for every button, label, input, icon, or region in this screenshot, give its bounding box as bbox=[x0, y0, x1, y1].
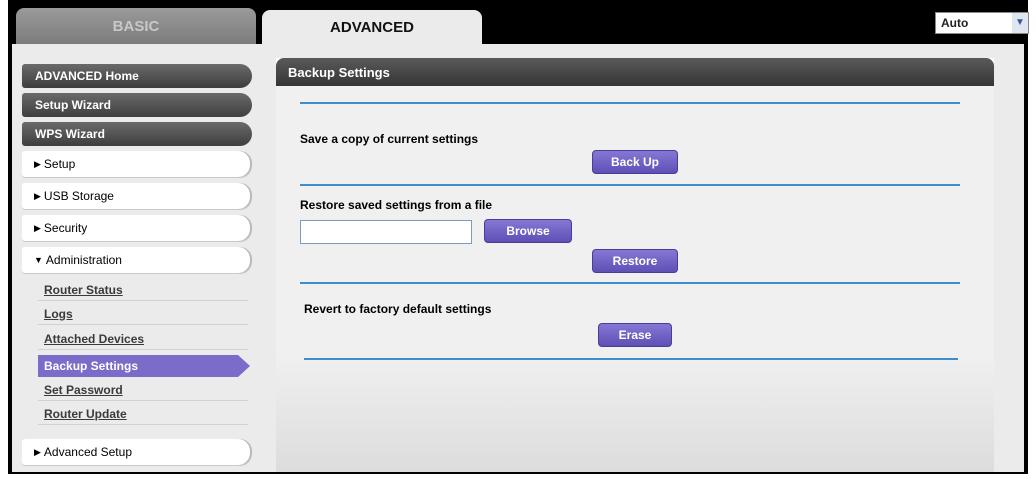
sidebar-security[interactable]: ▶ Security bbox=[22, 215, 252, 241]
panel-title: Backup Settings bbox=[276, 58, 994, 86]
sidebar-usb-storage[interactable]: ▶ USB Storage bbox=[22, 183, 252, 209]
backup-settings-panel: Backup Settings Save a copy of current s… bbox=[276, 58, 994, 472]
sidebar-item-set-password[interactable]: Set Password bbox=[38, 379, 248, 401]
sidebar-advanced-home[interactable]: ADVANCED Home bbox=[22, 64, 252, 88]
triangle-right-icon: ▶ bbox=[34, 222, 41, 233]
triangle-right-icon: ▶ bbox=[34, 190, 41, 201]
language-select-value: Auto bbox=[941, 16, 969, 30]
sidebar-item-backup-settings[interactable]: Backup Settings bbox=[38, 355, 250, 377]
divider bbox=[300, 102, 960, 104]
sidebar-item-logs[interactable]: Logs bbox=[38, 303, 248, 325]
restore-button[interactable]: Restore bbox=[592, 249, 678, 273]
content-area: ADVANCED Home Setup Wizard WPS Wizard ▶ … bbox=[12, 44, 1024, 472]
panel-background bbox=[276, 356, 994, 472]
sidebar-advanced-setup[interactable]: ▶ Advanced Setup bbox=[22, 439, 252, 465]
sidebar-administration-label: Administration bbox=[45, 253, 122, 267]
triangle-right-icon: ▶ bbox=[34, 158, 41, 169]
save-settings-label: Save a copy of current settings bbox=[300, 132, 479, 146]
browse-button[interactable]: Browse bbox=[484, 219, 572, 243]
language-select[interactable]: Auto ▼ bbox=[935, 12, 1029, 34]
sidebar-item-attached-devices[interactable]: Attached Devices bbox=[38, 328, 248, 350]
restore-settings-label: Restore saved settings from a file bbox=[300, 198, 493, 212]
sidebar-usb-storage-label: USB Storage bbox=[43, 189, 114, 203]
sidebar-wps-wizard[interactable]: WPS Wizard bbox=[22, 122, 252, 146]
sidebar-setup-label: Setup bbox=[43, 157, 76, 171]
sidebar-security-label: Security bbox=[43, 221, 88, 235]
triangle-down-icon: ▼ bbox=[34, 255, 43, 265]
revert-settings-label: Revert to factory default settings bbox=[304, 302, 492, 316]
sidebar-item-router-update[interactable]: Router Update bbox=[38, 403, 248, 425]
triangle-right-icon: ▶ bbox=[34, 446, 41, 457]
sidebar-setup-wizard[interactable]: Setup Wizard bbox=[22, 93, 252, 117]
panel-body: Save a copy of current settings Back Up … bbox=[276, 86, 994, 472]
sidebar-item-router-status[interactable]: Router Status bbox=[38, 279, 248, 301]
restore-file-input[interactable] bbox=[300, 220, 472, 244]
divider bbox=[300, 184, 960, 186]
tab-basic[interactable]: BASIC bbox=[16, 8, 256, 44]
chevron-down-icon[interactable]: ▼ bbox=[1012, 13, 1028, 33]
divider bbox=[300, 282, 960, 284]
erase-button[interactable]: Erase bbox=[598, 323, 672, 347]
tab-bar: BASIC ADVANCED Auto ▼ bbox=[8, 0, 1029, 44]
divider bbox=[304, 358, 958, 360]
sidebar-advanced-setup-label: Advanced Setup bbox=[43, 445, 132, 459]
tab-advanced[interactable]: ADVANCED bbox=[262, 10, 482, 44]
sidebar-administration[interactable]: ▼ Administration bbox=[22, 247, 252, 273]
back-up-button[interactable]: Back Up bbox=[592, 150, 678, 174]
sidebar-setup[interactable]: ▶ Setup bbox=[22, 151, 252, 177]
